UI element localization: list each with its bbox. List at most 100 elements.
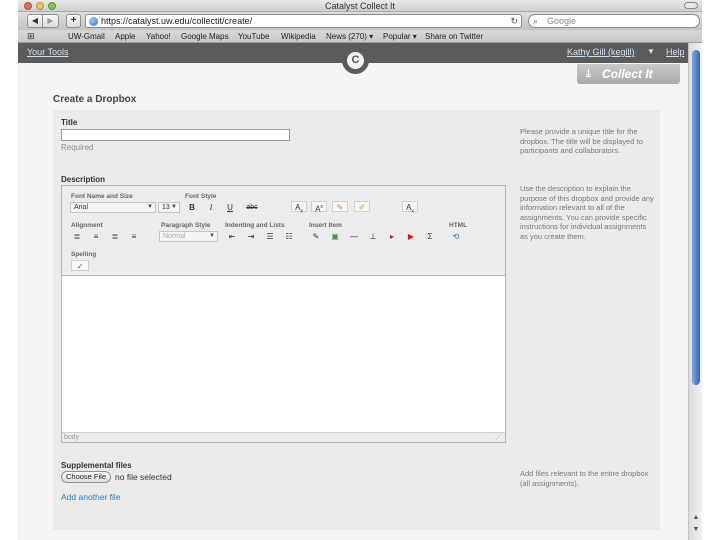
bookmark-popular[interactable]: Popular ▾ [383, 30, 417, 43]
align-center-icon[interactable]: ≡ [90, 231, 102, 242]
indenting-lists-group-label: Indenting and Lists [225, 222, 285, 229]
user-menu[interactable]: Kathy Gill (kegill) [567, 47, 635, 57]
window-title: Catalyst Collect It [324, 1, 396, 11]
bookmark-news[interactable]: News (270) ▾ [326, 30, 373, 43]
window-titlebar: Catalyst Collect It [18, 0, 702, 12]
font-style-group-label: Font Style [185, 193, 217, 200]
description-editor: Font Name and Size Arial ▼ 13 ▼ Font Sty… [61, 185, 506, 443]
paragraph-style-value: Normal [163, 233, 186, 240]
title-label: Title [61, 118, 78, 127]
search-field[interactable]: ⌕ Google [528, 14, 700, 28]
element-path: body [64, 434, 80, 441]
text-color-icon[interactable]: ✎ [332, 201, 348, 212]
insert-item-group-label: Insert Item [309, 222, 342, 229]
font-name-group-label: Font Name and Size [71, 193, 133, 200]
align-justify-icon[interactable]: ≡ [128, 231, 140, 242]
insert-table-icon[interactable]: ⊥ [367, 231, 379, 242]
address-bar[interactable]: https://catalyst.uw.edu/collectit/create… [85, 14, 522, 28]
html-group-label: HTML [449, 222, 468, 229]
resize-grip-icon[interactable]: ⋰ [495, 433, 502, 443]
browser-toolbar: ◀ ▶ + https://catalyst.uw.edu/collectit/… [18, 12, 702, 30]
toolbar-toggle-button[interactable] [684, 2, 698, 9]
title-input[interactable] [61, 129, 290, 141]
bookmark-apple[interactable]: Apple [115, 30, 135, 43]
bold-button[interactable]: B [186, 202, 198, 213]
new-tab-button[interactable]: + [66, 14, 81, 28]
reload-icon[interactable]: ↻ [510, 15, 518, 27]
alignment-group-label: Alignment [71, 222, 103, 229]
bookmark-uw-gmail[interactable]: UW-Gmail [68, 30, 105, 43]
logo-letter: C [347, 52, 364, 69]
help-link[interactable]: Help [666, 47, 685, 57]
numbered-list-icon[interactable]: ☷ [283, 231, 295, 242]
paragraph-style-select[interactable]: Normal ▼ [159, 231, 218, 242]
required-note: Required [61, 143, 94, 152]
spelling-group-label: Spelling [71, 251, 97, 258]
font-size-select[interactable]: 13 ▼ [158, 202, 180, 213]
search-icon: ⌕ [533, 16, 539, 26]
insert-video-icon[interactable]: ▶ [405, 231, 417, 242]
catalyst-logo[interactable]: C [342, 47, 369, 74]
chevron-down-icon: ▼ [147, 204, 153, 210]
outdent-icon[interactable]: ⇤ [226, 231, 238, 242]
chevron-down-icon: ▼ [171, 204, 177, 210]
back-button[interactable]: ◀ [27, 14, 43, 28]
forward-icon: ▶ [47, 16, 54, 25]
font-name-value: Arial [74, 204, 89, 211]
editor-body[interactable] [62, 277, 505, 432]
highlight-color-icon[interactable]: ✐ [354, 201, 370, 212]
your-tools-link[interactable]: Your Tools [27, 47, 69, 57]
supplemental-files-label: Supplemental files [61, 461, 132, 470]
url-text: https://catalyst.uw.edu/collectit/create… [101, 16, 253, 26]
user-menu-dropdown-icon[interactable]: ▼ [647, 47, 655, 56]
collect-it-label: Collect It [602, 67, 653, 81]
insert-symbol-icon[interactable]: Σ [424, 231, 436, 242]
bookmarks-icon[interactable]: ⊞ [27, 31, 35, 42]
globe-icon [89, 17, 98, 26]
insert-link-icon[interactable]: ✎ [310, 231, 322, 242]
bookmark-google-maps[interactable]: Google Maps [181, 30, 229, 43]
page-title: Create a Dropbox [53, 94, 137, 105]
indent-icon[interactable]: ⇥ [245, 231, 257, 242]
choose-file-button[interactable]: Choose File [61, 471, 111, 483]
add-another-file-link[interactable]: Add another file [61, 492, 121, 502]
bookmark-yahoo[interactable]: Yahoo! [146, 30, 171, 43]
remove-formatting-button[interactable]: Ax [402, 201, 418, 215]
subscript-button[interactable]: Ax [291, 201, 307, 215]
vertical-scrollbar[interactable]: ▲ ▼ [688, 43, 702, 540]
align-left-icon[interactable]: ≣ [71, 231, 83, 242]
horizontal-rule-icon[interactable]: — [348, 231, 360, 242]
bookmarks-bar: ⊞ UW-Gmail Apple Yahoo! Google Maps YouT… [18, 30, 702, 43]
scroll-up-icon[interactable]: ▲ [691, 513, 701, 522]
align-right-icon[interactable]: ≣ [109, 231, 121, 242]
editor-status-bar: body ⋰ [62, 432, 505, 442]
chevron-down-icon: ▼ [209, 233, 215, 239]
scroll-down-icon[interactable]: ▼ [691, 525, 701, 534]
html-source-icon[interactable]: ⟲ [450, 231, 462, 242]
paragraph-style-group-label: Paragraph Style [161, 222, 211, 229]
insert-media-icon[interactable]: ▸ [386, 231, 398, 242]
add-tab-icon: + [70, 15, 77, 26]
description-label: Description [61, 175, 106, 184]
bookmark-youtube[interactable]: YouTube [238, 30, 269, 43]
font-name-select[interactable]: Arial ▼ [70, 202, 156, 213]
superscript-button[interactable]: Ax [311, 201, 327, 214]
bookmark-share-on-twitter[interactable]: Share on Twitter [425, 30, 483, 43]
collect-it-button[interactable]: ⤓ Collect It [577, 64, 680, 84]
scrollbar-thumb[interactable] [692, 50, 700, 385]
title-help-text: Please provide a unique title for the dr… [520, 127, 643, 156]
spell-check-icon[interactable]: ✓ [71, 260, 89, 271]
bookmark-wikipedia[interactable]: Wikipedia [281, 30, 316, 43]
insert-image-icon[interactable]: ▣ [329, 231, 341, 242]
back-icon: ◀ [31, 16, 39, 25]
files-help-text: Add files relevant to the entire dropbox… [520, 469, 649, 488]
search-placeholder: Google [547, 16, 577, 26]
bulleted-list-icon[interactable]: ☰ [264, 231, 276, 242]
underline-button[interactable]: U [224, 202, 236, 213]
font-size-value: 13 [162, 204, 170, 211]
forward-button[interactable]: ▶ [43, 14, 59, 28]
download-icon: ⤓ [586, 68, 591, 80]
italic-button[interactable]: I [205, 202, 217, 213]
strikethrough-button[interactable]: abc [243, 202, 261, 213]
editor-toolbar: Font Name and Size Arial ▼ 13 ▼ Font Sty… [62, 186, 505, 276]
